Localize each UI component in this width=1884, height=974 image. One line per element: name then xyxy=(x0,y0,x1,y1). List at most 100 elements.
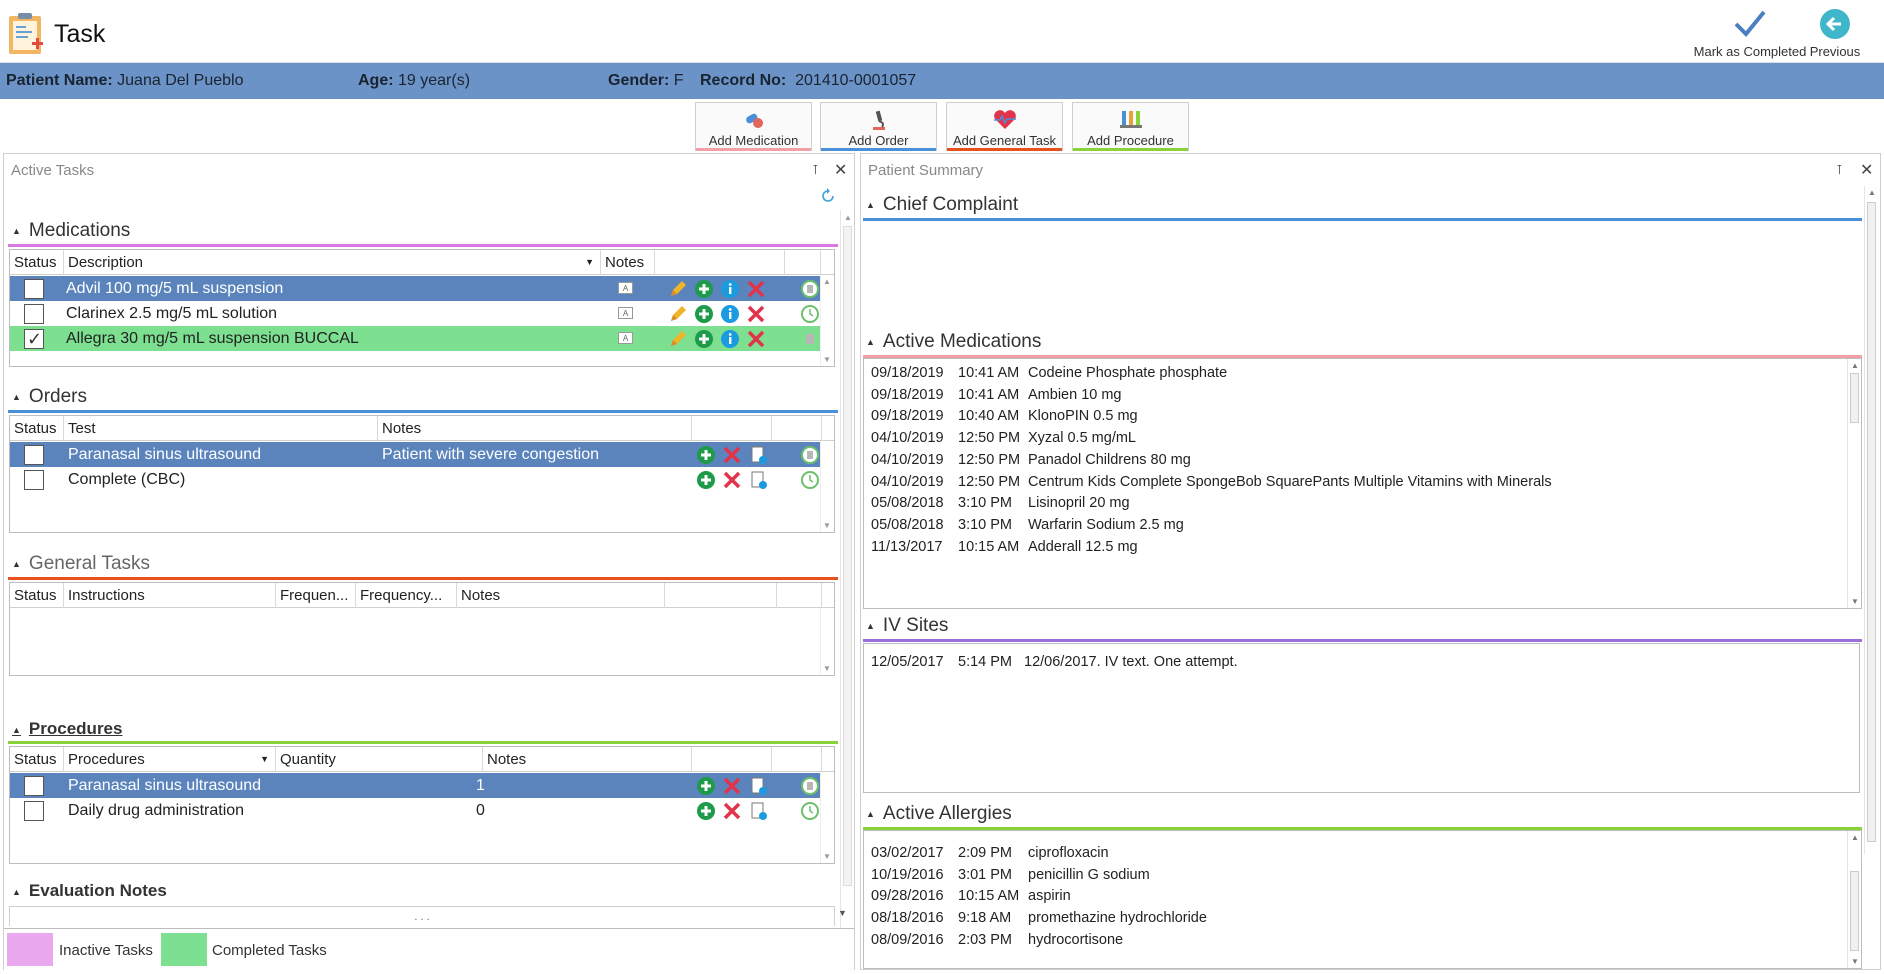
scroll-down-icon[interactable]: ▼ xyxy=(838,908,847,918)
delete-icon[interactable] xyxy=(746,304,766,324)
edit-pencil-icon[interactable] xyxy=(668,304,688,324)
procedures-scrollbar[interactable]: ▼ xyxy=(820,772,834,863)
active-allergies-section-header[interactable]: ▲ Active Allergies xyxy=(866,803,1012,825)
status-checkbox[interactable] xyxy=(24,776,44,796)
add-icon[interactable] xyxy=(696,801,716,821)
add-icon[interactable] xyxy=(696,470,716,490)
orders-section-header[interactable]: ▲ Orders xyxy=(12,386,87,408)
info-icon[interactable] xyxy=(720,329,740,349)
procedures-section-header[interactable]: ▲ Procedures xyxy=(12,719,122,739)
table-row[interactable]: Clarinex 2.5 mg/5 mL solution A xyxy=(10,301,822,326)
delete-icon[interactable] xyxy=(722,801,742,821)
pin-icon[interactable]: ⊺ xyxy=(812,162,819,178)
col-description[interactable]: Description ▼ xyxy=(64,250,601,275)
chief-complaint-section-header[interactable]: ▲ Chief Complaint xyxy=(866,194,1018,216)
previous-button[interactable]: Previous xyxy=(1790,8,1880,60)
add-order-button[interactable]: Add Order xyxy=(820,102,937,151)
add-icon[interactable] xyxy=(696,445,716,465)
close-icon[interactable]: ✕ xyxy=(834,160,847,180)
add-note-icon[interactable] xyxy=(748,801,768,821)
active-medications-section-header[interactable]: ▲ Active Medications xyxy=(866,331,1041,353)
status-checkbox[interactable] xyxy=(24,327,44,352)
delete-icon[interactable] xyxy=(746,329,766,349)
add-note-icon[interactable] xyxy=(748,776,768,796)
delete-icon[interactable] xyxy=(746,279,766,299)
info-icon[interactable] xyxy=(720,304,740,324)
refresh-icon[interactable] xyxy=(820,188,836,204)
general-tasks-scrollbar[interactable]: ▼ xyxy=(820,608,834,675)
status-checkbox[interactable] xyxy=(24,279,44,299)
col-notes[interactable]: Notes xyxy=(601,250,655,275)
pin-icon[interactable]: ⊺ xyxy=(1836,162,1843,178)
col-status[interactable]: Status xyxy=(10,250,64,275)
table-row[interactable]: Paranasal sinus ultrasound Patient with … xyxy=(10,442,822,467)
status-checkbox[interactable] xyxy=(24,801,44,821)
iv-sites-section-header[interactable]: ▲ IV Sites xyxy=(866,615,948,637)
col-procedures[interactable]: Procedures ▼ xyxy=(64,747,276,772)
delete-icon[interactable] xyxy=(722,776,742,796)
add-general-task-button[interactable]: Add General Task xyxy=(946,102,1063,151)
status-checkbox[interactable] xyxy=(24,445,44,465)
medications-divider xyxy=(8,244,838,247)
active-medications-scrollbar[interactable]: ▲ ▼ xyxy=(1847,359,1861,608)
col-status[interactable]: Status xyxy=(10,747,64,772)
add-icon[interactable] xyxy=(694,329,714,349)
chief-complaint-title: Chief Complaint xyxy=(882,194,1019,215)
add-note-icon[interactable] xyxy=(748,470,768,490)
notes-icon[interactable]: A xyxy=(618,332,633,344)
patient-summary-scrollbar[interactable]: ▲ xyxy=(1864,186,1878,854)
history-icon[interactable] xyxy=(800,445,820,465)
history-icon[interactable] xyxy=(800,304,820,324)
general-tasks-title: General Tasks xyxy=(28,553,151,574)
col-notes[interactable]: Notes xyxy=(378,416,692,441)
add-icon[interactable] xyxy=(694,304,714,324)
medications-scrollbar[interactable]: ▲ ▼ xyxy=(820,275,834,366)
history-icon[interactable] xyxy=(800,776,820,796)
add-icon[interactable] xyxy=(694,279,714,299)
status-checkbox[interactable] xyxy=(24,470,44,490)
table-row[interactable]: Allegra 30 mg/5 mL suspension BUCCAL A xyxy=(10,326,822,352)
medication-description: Clarinex 2.5 mg/5 mL solution xyxy=(66,305,278,322)
add-medication-button[interactable]: Add Medication xyxy=(695,102,812,151)
history-icon[interactable] xyxy=(800,279,820,299)
edit-pencil-icon[interactable] xyxy=(668,329,688,349)
add-procedure-button[interactable]: Add Procedure xyxy=(1072,102,1189,151)
orders-grid: Status Test Notes Paranasal sinus ultras… xyxy=(9,415,835,533)
edit-pencil-icon[interactable] xyxy=(668,279,688,299)
active-allergies-scrollbar[interactable]: ▲ ▼ xyxy=(1847,831,1861,968)
table-row[interactable]: Advil 100 mg/5 mL suspension A xyxy=(10,276,822,301)
col-frequency[interactable]: Frequen... xyxy=(276,583,356,608)
evaluation-notes-field[interactable]: . . . xyxy=(9,906,835,926)
orders-scrollbar[interactable]: ▲▼ xyxy=(820,441,834,532)
general-tasks-section-header[interactable]: ▲ General Tasks xyxy=(12,553,150,575)
add-icon[interactable] xyxy=(696,776,716,796)
col-status[interactable]: Status xyxy=(10,416,64,441)
col-notes[interactable]: Notes xyxy=(483,747,692,772)
evaluation-notes-section-header[interactable]: ▲ Evaluation Notes xyxy=(12,881,167,901)
info-icon[interactable] xyxy=(720,279,740,299)
col-instructions[interactable]: Instructions xyxy=(64,583,276,608)
active-tasks-scrollbar[interactable]: ▲ xyxy=(840,210,854,930)
col-status[interactable]: Status xyxy=(10,583,64,608)
table-row[interactable]: Paranasal sinus ultrasound 1 xyxy=(10,773,822,798)
add-note-icon[interactable] xyxy=(748,445,768,465)
table-row[interactable]: Complete (CBC) xyxy=(10,467,822,492)
notes-icon[interactable]: A xyxy=(618,307,633,319)
orders-title: Orders xyxy=(28,386,87,407)
notes-icon[interactable]: A xyxy=(618,282,633,294)
inactive-tasks-label: Inactive Tasks xyxy=(59,942,153,959)
col-frequency-unit[interactable]: Frequency... xyxy=(356,583,457,608)
table-row[interactable]: Daily drug administration 0 xyxy=(10,798,822,823)
col-test[interactable]: Test xyxy=(64,416,378,441)
history-icon[interactable] xyxy=(800,470,820,490)
medications-section-header[interactable]: ▲ Medications xyxy=(12,220,130,242)
history-icon[interactable] xyxy=(800,801,820,821)
col-quantity[interactable]: Quantity xyxy=(276,747,483,772)
close-icon[interactable]: ✕ xyxy=(1860,160,1873,180)
history-icon[interactable] xyxy=(800,329,820,349)
delete-icon[interactable] xyxy=(722,470,742,490)
col-notes[interactable]: Notes xyxy=(457,583,665,608)
procedure-name: Daily drug administration xyxy=(68,802,245,819)
status-checkbox[interactable] xyxy=(24,304,44,324)
delete-icon[interactable] xyxy=(722,445,742,465)
